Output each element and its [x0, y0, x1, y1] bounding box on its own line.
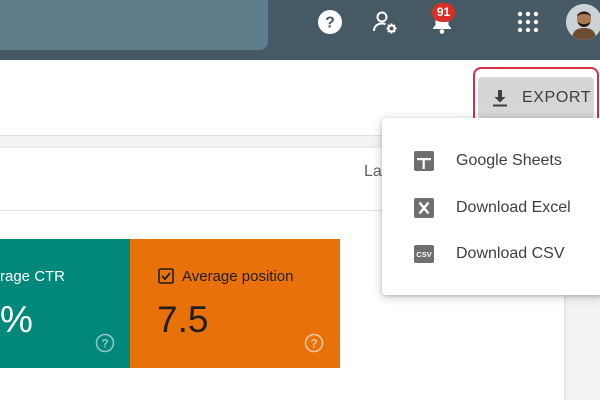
menu-item-label: Download Excel: [456, 199, 571, 216]
download-icon: [490, 88, 510, 108]
export-button-label: EXPORT: [522, 89, 592, 106]
csv-icon-text: CSV: [416, 250, 431, 259]
menu-item-download-csv[interactable]: CSV Download CSV: [382, 232, 600, 276]
metric-card-average-position[interactable]: Average position 7.5 ?: [130, 239, 340, 368]
admin-settings-icon[interactable]: [371, 8, 399, 36]
svg-text:?: ?: [325, 15, 335, 32]
search-input[interactable]: [0, 0, 268, 50]
export-menu: Google Sheets Download Excel CSV Downloa…: [382, 118, 600, 295]
metric-title: rage CTR: [0, 268, 66, 285]
excel-icon: [413, 197, 435, 219]
help-icon[interactable]: ?: [95, 333, 115, 353]
user-avatar[interactable]: [566, 4, 600, 40]
csv-icon: CSV: [413, 243, 435, 265]
export-button[interactable]: EXPORT: [478, 77, 594, 119]
apps-grid-icon[interactable]: [514, 8, 542, 36]
checkbox-checked-icon[interactable]: [158, 268, 174, 284]
help-icon[interactable]: ?: [304, 333, 324, 353]
svg-text:?: ?: [101, 337, 108, 351]
notification-count-badge: 91: [432, 3, 455, 22]
metric-card-average-ctr[interactable]: rage CTR % ?: [0, 239, 130, 368]
menu-item-label: Google Sheets: [456, 152, 562, 169]
google-sheets-icon: [413, 150, 435, 172]
menu-item-google-sheets[interactable]: Google Sheets: [382, 139, 600, 183]
menu-item-download-excel[interactable]: Download Excel: [382, 186, 600, 230]
metric-value: 7.5: [157, 299, 209, 340]
help-icon[interactable]: ?: [316, 8, 344, 36]
menu-item-label: Download CSV: [456, 245, 565, 262]
date-range-label[interactable]: La: [364, 163, 382, 181]
metric-title: Average position: [182, 268, 294, 285]
svg-text:?: ?: [310, 337, 317, 351]
metric-value: %: [0, 299, 33, 340]
